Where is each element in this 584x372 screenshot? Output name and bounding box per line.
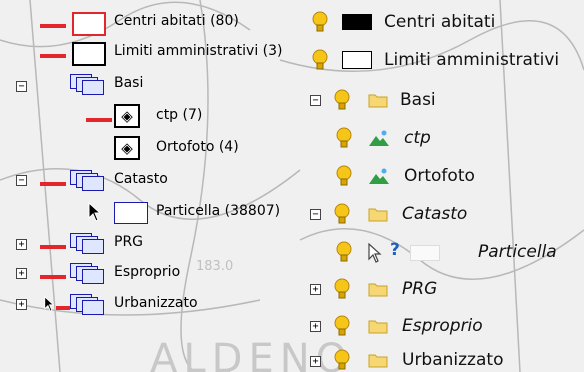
left-group-urbanizzato[interactable]: Urbanizzato xyxy=(40,292,260,316)
right-group-urbanizzato[interactable]: Urbanizzato xyxy=(332,348,552,372)
layer-visibility-bar xyxy=(40,24,66,28)
expand-toggle-urbanizzato[interactable]: + xyxy=(16,299,27,310)
left-group-label: Esproprio xyxy=(114,264,181,280)
layer-group-icon xyxy=(70,263,104,284)
select-cursor-icon[interactable] xyxy=(368,243,382,263)
right-group-prg[interactable]: PRG xyxy=(332,277,532,301)
bulb-icon[interactable] xyxy=(332,203,352,225)
right-layer-label: Centri abitati xyxy=(384,12,496,32)
left-layer-label: ctp (7) xyxy=(156,107,203,123)
left-group-label: Urbanizzato xyxy=(114,295,198,311)
expand-toggle-prg[interactable]: + xyxy=(16,239,27,250)
left-layer-particella[interactable]: Particella (38807) xyxy=(86,200,296,224)
layer-visibility-bar xyxy=(86,118,112,122)
polygon-red-outline-icon xyxy=(72,12,106,36)
collapse-toggle-catasto[interactable]: − xyxy=(310,209,321,220)
left-layer-label: Centri abitati (80) xyxy=(114,13,239,29)
collapse-toggle-basi[interactable]: − xyxy=(16,81,27,92)
bulb-icon[interactable] xyxy=(332,278,352,300)
bulb-icon[interactable] xyxy=(332,89,352,111)
folder-icon xyxy=(368,354,388,368)
left-group-catasto[interactable]: Catasto xyxy=(40,168,270,192)
raster-point-icon: ◈ xyxy=(114,136,140,160)
white-swatch-icon xyxy=(342,51,372,69)
layer-group-icon xyxy=(70,170,104,191)
right-layer-label: Ortofoto xyxy=(404,166,475,186)
left-group-label: Basi xyxy=(114,75,144,91)
right-layer-limiti-amministrativi[interactable]: Limiti amministrativi xyxy=(310,48,584,72)
layer-group-icon xyxy=(70,233,104,254)
left-group-esproprio[interactable]: Esproprio xyxy=(40,261,240,285)
polygon-black-outline-icon xyxy=(72,42,106,66)
layer-group-icon xyxy=(70,294,104,315)
left-group-label: PRG xyxy=(114,234,144,250)
polygon-blue-outline-icon xyxy=(114,202,148,224)
map-label-aldeno: ALDENO xyxy=(150,336,353,372)
folder-icon xyxy=(368,94,388,108)
right-group-label: Basi xyxy=(400,90,436,110)
right-group-basi[interactable]: Basi xyxy=(332,88,532,112)
left-layer-ortofoto[interactable]: ◈ Ortofoto (4) xyxy=(86,136,266,160)
left-layer-ctp[interactable]: ◈ ctp (7) xyxy=(86,104,266,128)
right-layer-ctp[interactable]: ctp xyxy=(334,126,514,150)
right-layer-label: Particella xyxy=(478,242,557,262)
left-layer-label: Limiti amministrativi (3) xyxy=(114,43,283,59)
right-group-label: PRG xyxy=(402,279,438,299)
layer-group-icon xyxy=(70,74,104,95)
expand-toggle-prg[interactable]: + xyxy=(310,284,321,295)
left-group-label: Catasto xyxy=(114,171,168,187)
layer-visibility-bar xyxy=(56,306,70,310)
bulb-icon[interactable] xyxy=(334,241,354,263)
right-group-esproprio[interactable]: Esproprio xyxy=(332,314,532,338)
right-layer-particella[interactable]: ? Particella xyxy=(334,240,574,264)
expand-toggle-urbanizzato[interactable]: + xyxy=(310,356,321,367)
left-layer-limiti-amministrativi[interactable]: Limiti amministrativi (3) xyxy=(40,40,300,66)
layer-visibility-bar xyxy=(40,54,66,58)
bulb-icon[interactable] xyxy=(332,349,352,371)
layer-visibility-bar xyxy=(40,182,66,186)
layer-visibility-bar xyxy=(40,275,66,279)
folder-icon xyxy=(368,208,388,222)
folder-icon xyxy=(368,283,388,297)
right-layer-centri-abitati[interactable]: Centri abitati xyxy=(310,10,580,34)
image-icon xyxy=(369,130,389,146)
right-group-label: Urbanizzato xyxy=(402,350,504,370)
left-group-basi[interactable]: Basi xyxy=(70,72,270,96)
bulb-icon[interactable] xyxy=(310,49,330,71)
bulb-icon[interactable] xyxy=(332,315,352,337)
expand-toggle-esproprio[interactable]: + xyxy=(16,268,27,279)
right-group-label: Catasto xyxy=(402,204,468,224)
pointer-cursor-icon xyxy=(44,296,55,312)
layer-visibility-bar xyxy=(40,245,66,249)
collapse-toggle-basi[interactable]: − xyxy=(310,95,321,106)
black-swatch-icon xyxy=(342,14,372,30)
bulb-icon[interactable] xyxy=(310,11,330,33)
left-layer-label: Particella (38807) xyxy=(156,203,281,219)
bulb-icon[interactable] xyxy=(334,165,354,187)
raster-point-icon: ◈ xyxy=(114,104,140,128)
left-layer-label: Ortofoto (4) xyxy=(156,139,239,155)
collapse-toggle-catasto[interactable]: − xyxy=(16,175,27,186)
right-group-label: Esproprio xyxy=(402,316,483,336)
right-layer-label: Limiti amministrativi xyxy=(384,50,560,70)
image-icon xyxy=(369,168,389,184)
pointer-cursor-icon xyxy=(88,202,102,222)
folder-icon xyxy=(368,320,388,334)
bulb-icon[interactable] xyxy=(334,127,354,149)
right-layer-ortofoto[interactable]: Ortofoto xyxy=(334,164,514,188)
left-layer-centri-abitati[interactable]: Centri abitati (80) xyxy=(40,10,300,36)
expand-toggle-esproprio[interactable]: + xyxy=(310,321,321,332)
left-group-prg[interactable]: PRG xyxy=(40,231,240,255)
right-group-catasto[interactable]: Catasto xyxy=(332,202,532,226)
query-icon[interactable]: ? xyxy=(390,240,400,260)
right-layer-label: ctp xyxy=(404,128,431,148)
empty-swatch-icon xyxy=(410,245,440,261)
